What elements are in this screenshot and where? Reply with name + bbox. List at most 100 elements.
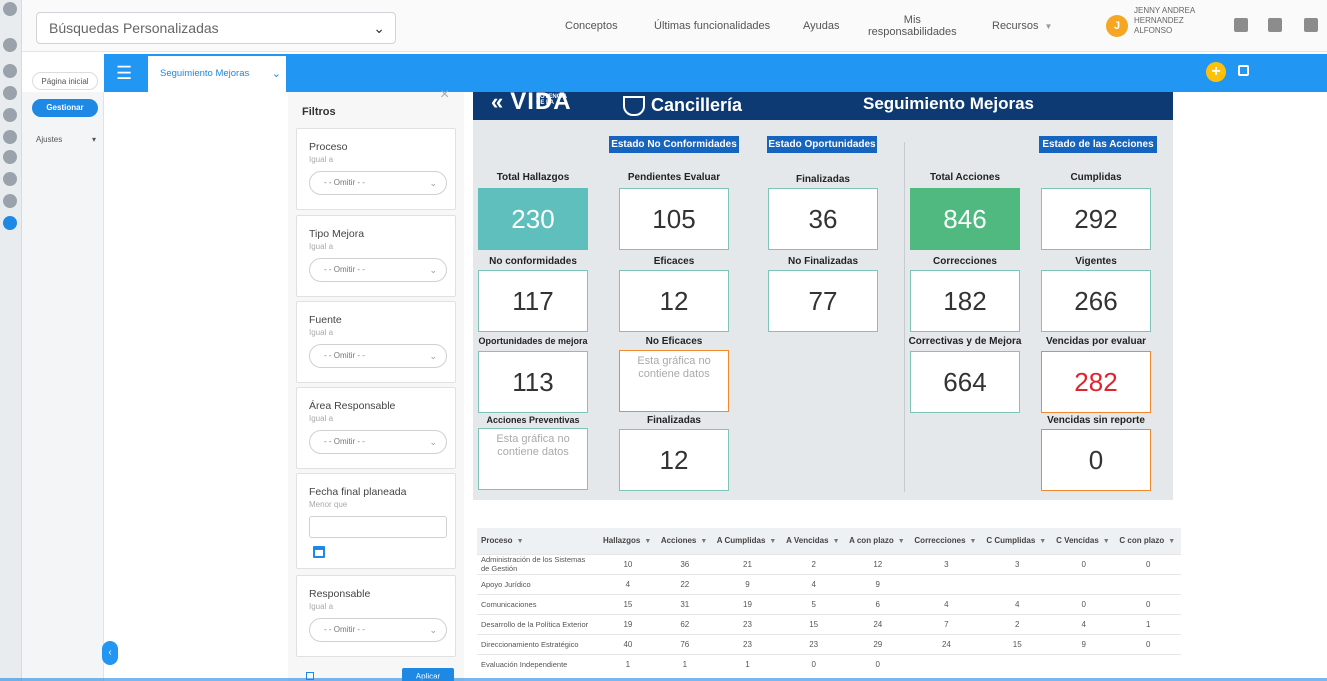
nav-recursos[interactable]: Recursos ▼ bbox=[992, 0, 1052, 52]
kpi-cumplidas[interactable]: 292 bbox=[1041, 188, 1151, 250]
col-c-con-plazo[interactable]: C con plazo ▼ bbox=[1115, 528, 1181, 554]
cell: 0 bbox=[782, 653, 846, 674]
hamburger-menu-icon[interactable]: ☰ bbox=[116, 63, 132, 84]
kpi-finalizadas-no-conformidades[interactable]: 12 bbox=[619, 429, 729, 491]
filter-icon[interactable] bbox=[3, 108, 17, 122]
kpi-acciones-preventivas[interactable]: Esta gráfica no contiene datos bbox=[478, 428, 588, 490]
bell-icon[interactable] bbox=[1304, 18, 1318, 32]
kpi-correctivas-mejora[interactable]: 664 bbox=[910, 351, 1020, 413]
cell: 0 bbox=[1052, 593, 1116, 614]
manage-button[interactable]: Gestionar bbox=[32, 99, 98, 117]
nav-ayudas[interactable]: Ayudas bbox=[803, 0, 840, 52]
user-name[interactable]: JENNY ANDREA HERNANDEZ ALFONSO bbox=[1134, 6, 1214, 36]
cell: 4 bbox=[782, 573, 846, 594]
filter-label: Responsable bbox=[309, 588, 371, 600]
link-icon[interactable] bbox=[3, 150, 17, 164]
sort-icon[interactable]: ▼ bbox=[970, 538, 977, 545]
home-icon[interactable] bbox=[3, 38, 17, 52]
col-c-cumplidas[interactable]: C Cumplidas ▼ bbox=[982, 528, 1053, 554]
kpi-no-finalizadas[interactable]: 77 bbox=[768, 270, 878, 332]
left-sidebar: Página inicial Gestionar Ajustes ▾ bbox=[22, 72, 104, 681]
cell: 9 bbox=[845, 573, 911, 594]
custom-search-select[interactable]: Búsquedas Personalizadas ⌄ bbox=[36, 12, 396, 44]
user-avatar[interactable]: J bbox=[1106, 15, 1128, 37]
cell: 31 bbox=[656, 593, 713, 614]
filter-responsable-select[interactable]: - - Omitir - - ⌄ bbox=[309, 618, 447, 642]
settings-dropdown[interactable]: Ajustes ▾ bbox=[36, 135, 96, 144]
cell: Direccionamiento Estratégico bbox=[477, 633, 599, 654]
filter-tipo-mejora-select[interactable]: - - Omitir - - ⌄ bbox=[309, 258, 447, 282]
kpi-total-hallazgos[interactable]: 230 bbox=[478, 188, 588, 250]
list-icon[interactable] bbox=[3, 64, 17, 78]
collapse-sidebar-button[interactable]: ‹ bbox=[102, 641, 118, 665]
chevron-down-icon[interactable]: ⌄ bbox=[272, 56, 281, 92]
active-module-icon[interactable] bbox=[3, 216, 17, 230]
alert-icon[interactable] bbox=[3, 130, 17, 144]
cell: 40 bbox=[599, 633, 657, 654]
cell: 4 bbox=[910, 593, 983, 614]
filter-operator: Igual a bbox=[309, 414, 334, 423]
col-proceso[interactable]: Proceso ▼ bbox=[477, 528, 599, 554]
sort-icon[interactable]: ▼ bbox=[769, 538, 776, 545]
logo-icon[interactable] bbox=[3, 2, 17, 16]
cell: 23 bbox=[712, 613, 783, 634]
cell: 23 bbox=[782, 633, 846, 654]
sort-icon[interactable]: ▼ bbox=[1168, 538, 1175, 545]
nav-ultimas-funcionalidades[interactable]: Últimas funcionalidades bbox=[654, 0, 770, 52]
kpi-vencidas-sin-reporte[interactable]: 0 bbox=[1041, 429, 1151, 491]
sort-icon[interactable]: ▼ bbox=[644, 538, 651, 545]
filter-proceso: Proceso Igual a - - Omitir - - ⌄ bbox=[296, 128, 456, 210]
building-icon[interactable] bbox=[1268, 18, 1282, 32]
home-page-button[interactable]: Página inicial bbox=[32, 72, 98, 90]
cell bbox=[982, 573, 1053, 594]
col-c-vencidas[interactable]: C Vencidas ▼ bbox=[1052, 528, 1116, 554]
kpi-oportunidades-mejora[interactable]: 113 bbox=[478, 351, 588, 413]
col-a-con-plazo[interactable]: A con plazo ▼ bbox=[845, 528, 911, 554]
close-icon[interactable]: × bbox=[440, 86, 449, 104]
add-button[interactable]: + bbox=[1206, 62, 1226, 82]
nav-mis-responsabilidades[interactable]: Mis responsabilidades bbox=[868, 0, 957, 52]
filter-label: Tipo Mejora bbox=[309, 228, 365, 240]
filter-fuente-select[interactable]: - - Omitir - - ⌄ bbox=[309, 344, 447, 368]
kpi-pendientes-evaluar[interactable]: 105 bbox=[619, 188, 729, 250]
cell: 4 bbox=[1052, 613, 1116, 634]
sort-icon[interactable]: ▼ bbox=[833, 538, 840, 545]
cell: 9 bbox=[712, 573, 783, 594]
filter-fecha-final: Fecha final planeada Menor que bbox=[296, 473, 456, 569]
calendar-icon[interactable] bbox=[313, 546, 325, 558]
divider bbox=[904, 142, 905, 492]
tab-seguimiento-mejoras[interactable]: Seguimiento Mejoras ⌄ bbox=[148, 56, 286, 92]
kpi-vigentes[interactable]: 266 bbox=[1041, 270, 1151, 332]
col-correcciones[interactable]: Correcciones ▼ bbox=[910, 528, 983, 554]
filter-area-responsable-select[interactable]: - - Omitir - - ⌄ bbox=[309, 430, 447, 454]
chart-icon[interactable] bbox=[3, 86, 17, 100]
col-a-cumplidas[interactable]: A Cumplidas ▼ bbox=[712, 528, 783, 554]
kpi-correcciones[interactable]: 182 bbox=[910, 270, 1020, 332]
date-input[interactable] bbox=[309, 516, 447, 538]
app-icon-rail bbox=[0, 0, 22, 681]
filter-proceso-select[interactable]: - - Omitir - - ⌄ bbox=[309, 171, 447, 195]
document-icon[interactable] bbox=[3, 194, 17, 208]
sort-icon[interactable]: ▼ bbox=[898, 538, 905, 545]
kpi-vencidas-por-evaluar[interactable]: 282 bbox=[1041, 351, 1151, 413]
kpi-no-conformidades[interactable]: 117 bbox=[478, 270, 588, 332]
sort-icon[interactable]: ▼ bbox=[1039, 538, 1046, 545]
clock-icon[interactable] bbox=[3, 172, 17, 186]
kpi-finalizadas-oportunidades[interactable]: 36 bbox=[768, 188, 878, 250]
custom-search-select-value: Búsquedas Personalizadas bbox=[49, 20, 219, 36]
kpi-eficaces[interactable]: 12 bbox=[619, 270, 729, 332]
col-acciones[interactable]: Acciones ▼ bbox=[656, 528, 713, 554]
kpi-total-acciones[interactable]: 846 bbox=[910, 188, 1020, 250]
cell: 0 bbox=[1115, 593, 1181, 614]
col-a-vencidas[interactable]: A Vencidas ▼ bbox=[782, 528, 846, 554]
col-hallazgos[interactable]: Hallazgos ▼ bbox=[599, 528, 657, 554]
calendar-icon[interactable] bbox=[1234, 18, 1248, 32]
sort-icon[interactable]: ▼ bbox=[517, 538, 524, 545]
nav-conceptos[interactable]: Conceptos bbox=[565, 0, 618, 52]
sort-icon[interactable]: ▼ bbox=[1103, 538, 1110, 545]
expand-icon[interactable] bbox=[1238, 65, 1249, 76]
top-bar: Búsquedas Personalizadas ⌄ Conceptos Últ… bbox=[22, 0, 1327, 52]
cell: 15 bbox=[982, 633, 1053, 654]
kpi-no-eficaces[interactable]: Esta gráfica no contiene datos bbox=[619, 350, 729, 412]
sort-icon[interactable]: ▼ bbox=[700, 538, 707, 545]
